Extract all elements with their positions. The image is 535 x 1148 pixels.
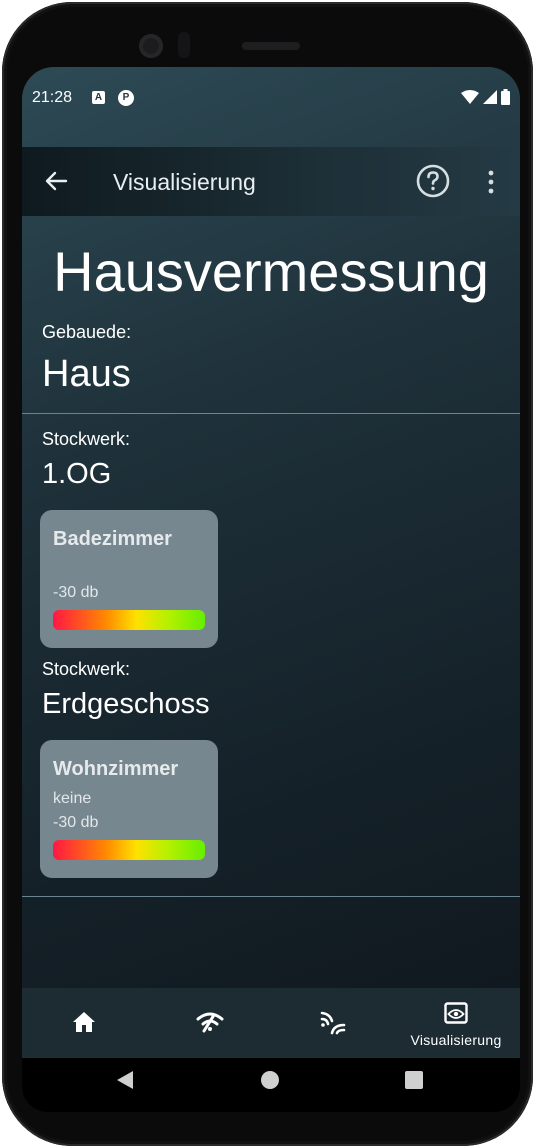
notification-a-icon: A (92, 91, 105, 104)
floor-name: 1.OG (42, 458, 112, 490)
cell-signal-icon (483, 90, 497, 104)
sensor (178, 32, 190, 58)
floor-label: Stockwerk: (42, 429, 131, 449)
divider (22, 896, 520, 897)
signal-waves-icon (320, 1011, 346, 1035)
signal-strength-bar (53, 840, 205, 860)
system-home-icon[interactable] (260, 1070, 280, 1090)
app-bar-title: Visualisierung (113, 169, 256, 195)
app-bar: Visualisierung (22, 147, 520, 216)
back-arrow-icon[interactable] (42, 167, 70, 195)
signal-strength-bar (53, 610, 205, 630)
nav-item-home[interactable] (22, 988, 146, 1058)
page-title: Hausvermessung (53, 240, 489, 303)
help-icon[interactable] (416, 164, 450, 198)
nav-item-signal[interactable] (270, 988, 394, 1058)
nav-item-wifi-scan[interactable] (146, 988, 270, 1058)
room-card-badezimmer[interactable]: Badezimmer -30 db (40, 510, 218, 648)
system-back-icon[interactable] (116, 1070, 134, 1090)
front-camera (139, 34, 163, 58)
floor-label: Stockwerk: (42, 659, 131, 679)
wifi-icon (461, 90, 479, 104)
eye-icon (444, 1002, 468, 1024)
floor-name: Erdgeschoss (42, 688, 210, 720)
notification-p-icon: P (118, 90, 134, 106)
building-value: Haus (42, 353, 131, 395)
room-signal-text: -30 db (53, 584, 99, 601)
home-icon (73, 1012, 95, 1032)
room-name: Badezimmer (53, 528, 172, 550)
status-time: 21:28 (32, 89, 73, 106)
room-info: keine (53, 790, 92, 807)
earpiece-speaker (242, 42, 300, 50)
divider (22, 413, 520, 414)
status-icons (461, 89, 510, 105)
status-bar: 21:28 A P (22, 67, 520, 131)
wifi-scan-icon (196, 1012, 224, 1033)
building-label: Gebauede: (42, 322, 132, 342)
screen: 21:28 A P Visualisierung Hausvermessung … (22, 67, 520, 1090)
room-card-wohnzimmer[interactable]: Wohnzimmer keine -30 db (40, 740, 218, 878)
more-vert-icon[interactable] (484, 169, 498, 195)
room-signal-text: -30 db (53, 814, 99, 831)
room-name: Wohnzimmer (53, 758, 179, 780)
nav-item-visualisierung[interactable]: Visualisierung (394, 988, 518, 1058)
bottom-navigation: Visualisierung (22, 988, 520, 1058)
battery-icon (501, 89, 510, 105)
nav-label: Visualisierung (410, 1032, 502, 1048)
system-navigation (22, 1058, 520, 1112)
system-recents-icon[interactable] (404, 1070, 424, 1090)
